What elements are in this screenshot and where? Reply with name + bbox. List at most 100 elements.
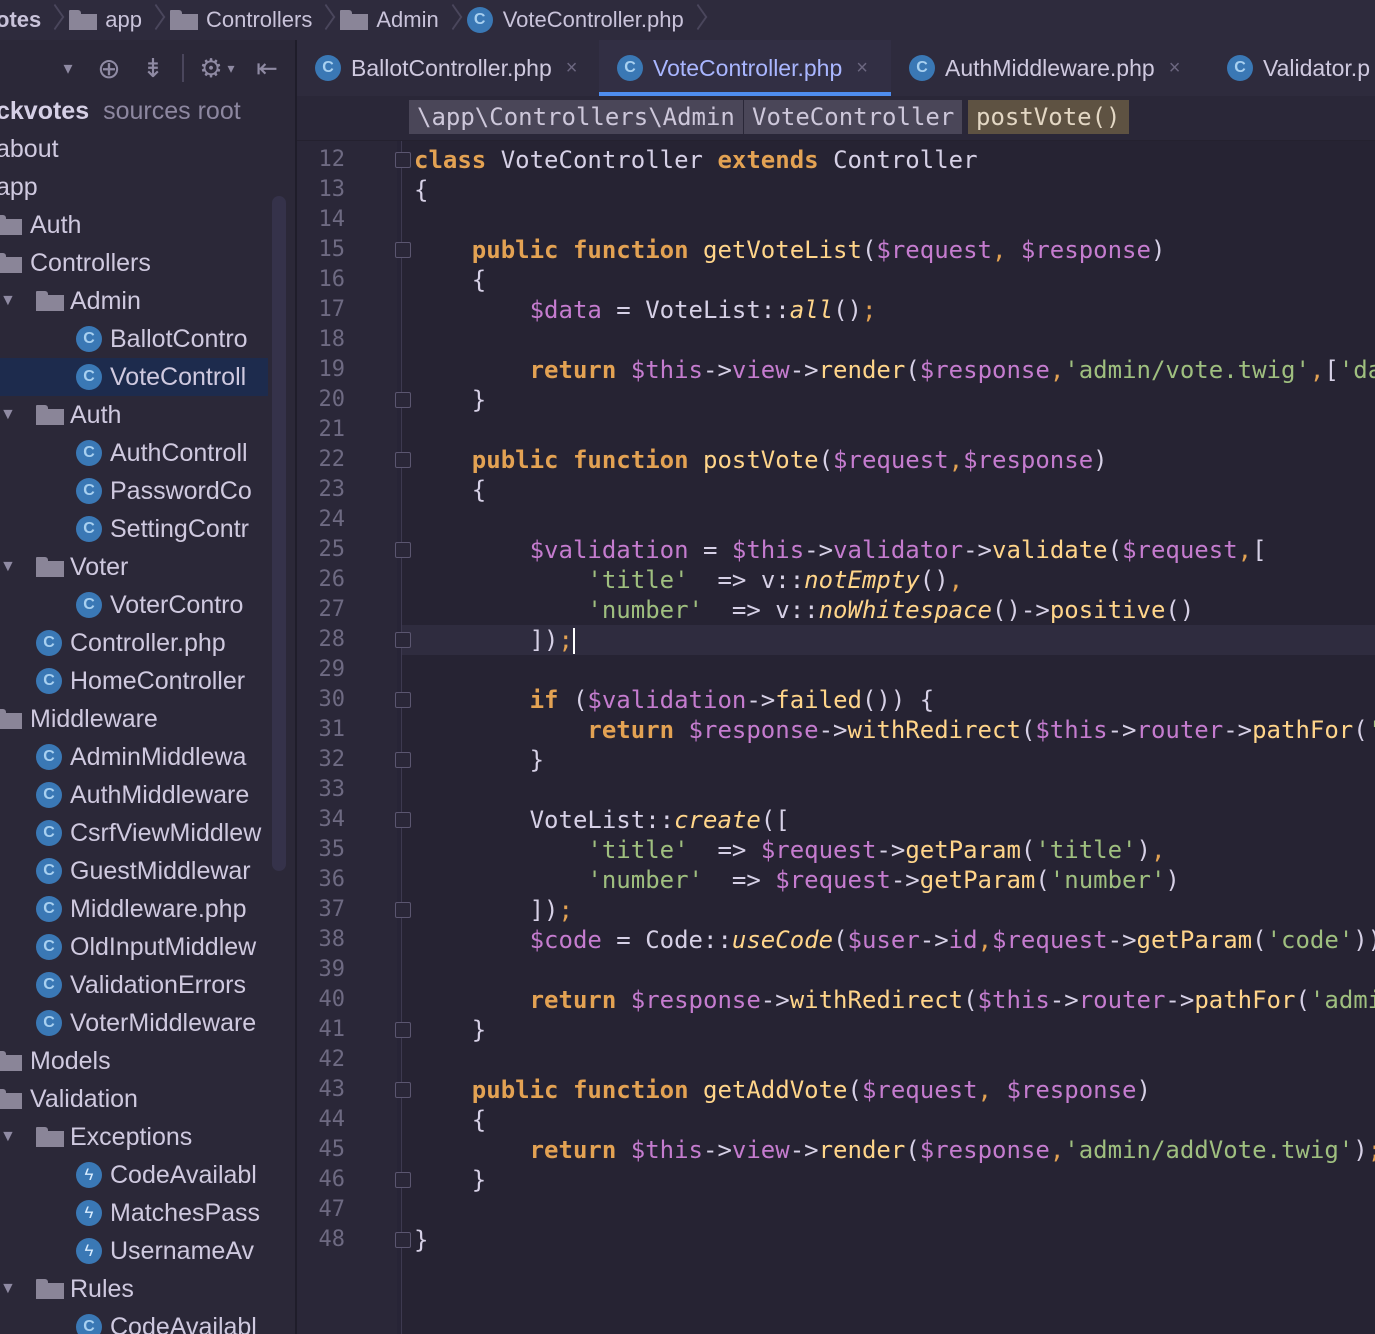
code-line[interactable]: 'number' => v::noWhitespace()->positive(… [414,595,1194,625]
tree-item-votermiddleware[interactable]: C VoterMiddleware [0,1004,268,1042]
tree-item-csrfviewmiddleware[interactable]: C CsrfViewMiddlew [0,814,268,852]
tree-item-authmiddleware[interactable]: C AuthMiddleware [0,776,268,814]
code-line[interactable]: ]); [414,895,573,925]
code-line[interactable]: return $this->view->render($response,'ad… [414,1135,1375,1165]
tree-item-auth-folder[interactable]: ▼ Auth [0,396,268,434]
collapse-dropdown-icon[interactable]: ▾ [58,40,78,96]
tree-item-matchespassword-exception[interactable]: ϟ MatchesPass [0,1194,268,1232]
code-line[interactable]: public function getAddVote($request, $re… [414,1075,1151,1105]
code-line[interactable]: 'title' => v::notEmpty(), [414,565,963,595]
code-line[interactable]: 'title' => $request->getParam('title'), [414,835,1165,865]
code-line[interactable]: { [414,475,486,505]
code-line[interactable]: } [414,745,544,775]
fold-marker-icon[interactable] [395,752,411,768]
class-crumb[interactable]: VoteController [744,100,963,134]
tree-item-validation[interactable]: Validation [0,1080,268,1118]
code-line[interactable]: } [414,1225,428,1255]
tree-item-auth[interactable]: Auth [0,206,268,244]
tree-item-exceptions[interactable]: ▼ Exceptions [0,1118,268,1156]
tab-authmiddleware[interactable]: C AuthMiddleware.php × [891,40,1209,96]
tree-item-rules[interactable]: ▼ Rules [0,1270,268,1308]
code-line[interactable]: 'number' => $request->getParam('number') [414,865,1179,895]
tree-item-controllers[interactable]: Controllers [0,244,268,282]
tree-item-about[interactable]: about [0,130,268,168]
breadcrumb-item-project[interactable]: otes [0,0,41,40]
tree-item-usernameavailable-exception[interactable]: ϟ UsernameAv [0,1232,268,1270]
tree-item-admin[interactable]: ▼ Admin [0,282,268,320]
sidebar-scrollbar[interactable] [272,196,286,871]
fold-marker-icon[interactable] [395,242,411,258]
code-line[interactable]: } [414,1015,486,1045]
tree-root[interactable]: ckvotes sources root [0,96,268,130]
code-line[interactable]: { [414,1105,486,1135]
close-icon[interactable]: × [566,57,578,80]
code-line[interactable]: } [414,1165,486,1195]
tree-item-authcontroller[interactable]: C AuthControll [0,434,268,472]
fold-marker-icon[interactable] [395,812,411,828]
hide-panel-icon[interactable]: ⇤ [250,40,284,96]
breadcrumb-item-admin[interactable]: Admin [340,0,439,40]
tab-ballotcontroller[interactable]: C BallotController.php × [297,40,599,96]
expand-arrow-icon[interactable]: ▼ [0,1128,16,1146]
tree-item-codeavailable-rule[interactable]: C CodeAvailabl [0,1308,268,1334]
fold-marker-icon[interactable] [395,1082,411,1098]
tree-item-oldinputmiddleware[interactable]: C OldInputMiddlew [0,928,268,966]
breadcrumb-item-controllers[interactable]: Controllers [169,0,312,40]
gear-dropdown-icon[interactable]: ▾ [224,40,238,96]
tree-item-passwordcontroller[interactable]: C PasswordCo [0,472,268,510]
tree-item-app[interactable]: app [0,168,268,206]
tree-item-controller-php[interactable]: C Controller.php [0,624,268,662]
breadcrumb-item-app[interactable]: app [69,0,142,40]
close-icon[interactable]: × [856,57,868,80]
code-line[interactable]: return $this->view->render($response,'ad… [414,355,1375,385]
collapse-all-icon[interactable]: ⇟ [138,40,168,96]
fold-marker-icon[interactable] [395,1232,411,1248]
tree-item-codeavailable-exception[interactable]: ϟ CodeAvailabl [0,1156,268,1194]
code-line[interactable]: return $response->withRedirect($this->ro… [414,985,1375,1015]
code-line[interactable]: $data = VoteList::all(); [414,295,877,325]
code-line[interactable]: { [414,175,428,205]
fold-marker-icon[interactable] [395,1172,411,1188]
fold-marker-icon[interactable] [395,1022,411,1038]
code-line[interactable]: return $response->withRedirect($this->ro… [414,715,1375,745]
breadcrumb-item-file[interactable]: C VoteController.php [466,0,684,40]
code-line[interactable]: } [414,385,486,415]
fold-marker-icon[interactable] [395,392,411,408]
tree-item-adminmiddleware[interactable]: C AdminMiddlewa [0,738,268,776]
expand-arrow-icon[interactable]: ▼ [0,292,16,310]
tab-votecontroller[interactable]: C VoteController.php × [599,40,891,96]
code-line[interactable]: VoteList::create([ [414,805,790,835]
tree-item-middleware[interactable]: Middleware [0,700,268,738]
tree-item-ballotcontroller[interactable]: C BallotContro [0,320,268,358]
code-line[interactable]: public function getVoteList($request, $r… [414,235,1166,265]
fold-marker-icon[interactable] [395,452,411,468]
tree-item-votercontroller[interactable]: C VoterContro [0,586,268,624]
code-line[interactable]: $validation = $this->validator->validate… [414,535,1267,565]
tree-item-models[interactable]: Models [0,1042,268,1080]
method-crumb[interactable]: postVote() [968,100,1129,134]
tree-item-guestmiddleware[interactable]: C GuestMiddlewar [0,852,268,890]
tree-item-homecontroller[interactable]: C HomeController [0,662,268,700]
tree-item-voter[interactable]: ▼ Voter [0,548,268,586]
fold-marker-icon[interactable] [395,632,411,648]
code-line[interactable]: class VoteController extends Controller [414,145,978,175]
fold-marker-icon[interactable] [395,692,411,708]
tree-item-middleware-php[interactable]: C Middleware.php [0,890,268,928]
tree-item-settingcontroller[interactable]: C SettingContr [0,510,268,548]
fold-marker-icon[interactable] [395,542,411,558]
code-line[interactable]: { [414,265,486,295]
gear-icon[interactable]: ⚙ [196,40,226,96]
close-icon[interactable]: × [1169,57,1181,80]
expand-arrow-icon[interactable]: ▼ [0,406,16,424]
code-line[interactable]: if ($validation->failed()) { [414,685,935,715]
fold-marker-icon[interactable] [395,902,411,918]
code-line[interactable]: public function postVote($request,$respo… [414,445,1108,475]
tree-item-validationerrors[interactable]: C ValidationErrors [0,966,268,1004]
namespace-crumb[interactable]: \app\Controllers\Admin [409,100,743,134]
fold-marker-icon[interactable] [395,152,411,168]
expand-arrow-icon[interactable]: ▼ [0,558,16,576]
code-line[interactable]: ]); [414,625,575,655]
tab-validator[interactable]: C Validator.p [1209,40,1375,96]
tree-item-votecontroller[interactable]: C VoteControll [0,358,268,396]
code-line[interactable]: $code = Code::useCode($user->id,$request… [414,925,1375,955]
